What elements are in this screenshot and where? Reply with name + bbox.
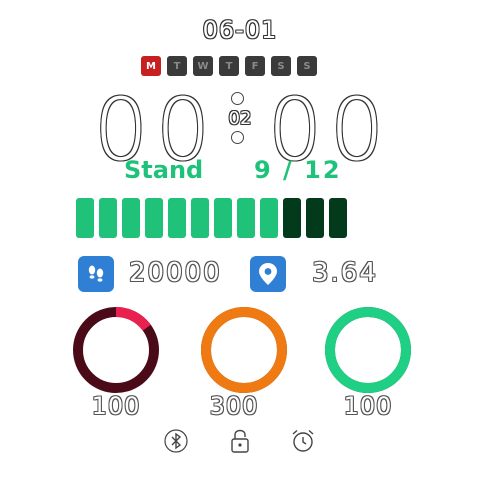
distance-icon-box xyxy=(250,256,286,292)
steps-value: 20000 xyxy=(129,258,222,288)
footsteps-icon xyxy=(88,265,104,282)
heart-icon xyxy=(106,341,126,361)
heart-rate-ring xyxy=(73,307,159,393)
stand-bar xyxy=(260,198,278,238)
calories-ring xyxy=(201,307,287,393)
stand-bar xyxy=(191,198,209,238)
stand-bar xyxy=(283,198,301,238)
stand-bar xyxy=(76,198,94,238)
stand-value: 9 / 12 xyxy=(254,156,342,184)
date-display: 06-01 xyxy=(202,16,278,44)
steps-icon-box xyxy=(78,256,114,292)
flame-inner-icon xyxy=(240,350,248,361)
bluetooth-icon xyxy=(164,429,188,453)
weekday-strip: M T W T F S S xyxy=(141,56,317,76)
stand-bar xyxy=(99,198,117,238)
heart-rate-value: 100 xyxy=(91,392,141,420)
weekday-tue: T xyxy=(167,56,187,76)
lock-icon xyxy=(231,429,249,453)
stand-bar xyxy=(145,198,163,238)
weekday-sat: S xyxy=(271,56,291,76)
weekday-thu: T xyxy=(219,56,239,76)
battery-cap xyxy=(365,338,371,341)
fire-ring-progress xyxy=(201,307,287,393)
colon-dot-top xyxy=(231,92,244,105)
stand-bar xyxy=(329,198,347,238)
battery-icon xyxy=(360,340,376,363)
weekday-sun: S xyxy=(297,56,317,76)
seconds-display: 02 xyxy=(228,108,252,129)
distance-value: 3.64 xyxy=(312,258,378,288)
weekday-fri: F xyxy=(245,56,265,76)
battery-value: 100 xyxy=(343,392,393,420)
stand-bar xyxy=(168,198,186,238)
flame-icon xyxy=(235,336,253,362)
location-pin-icon xyxy=(259,263,277,285)
weekday-wed: W xyxy=(193,56,213,76)
colon-dot-bottom xyxy=(231,131,244,144)
stand-label: Stand xyxy=(124,156,204,184)
battery-ring xyxy=(325,307,411,393)
calories-value: 300 xyxy=(209,392,259,420)
alarm-icon xyxy=(292,429,314,452)
stand-bar xyxy=(237,198,255,238)
stand-bar xyxy=(306,198,324,238)
weekday-mon: M xyxy=(141,56,161,76)
stand-bar xyxy=(122,198,140,238)
stand-bar xyxy=(214,198,232,238)
battery-ring-progress xyxy=(325,307,411,393)
stand-progress-bars xyxy=(76,198,347,238)
